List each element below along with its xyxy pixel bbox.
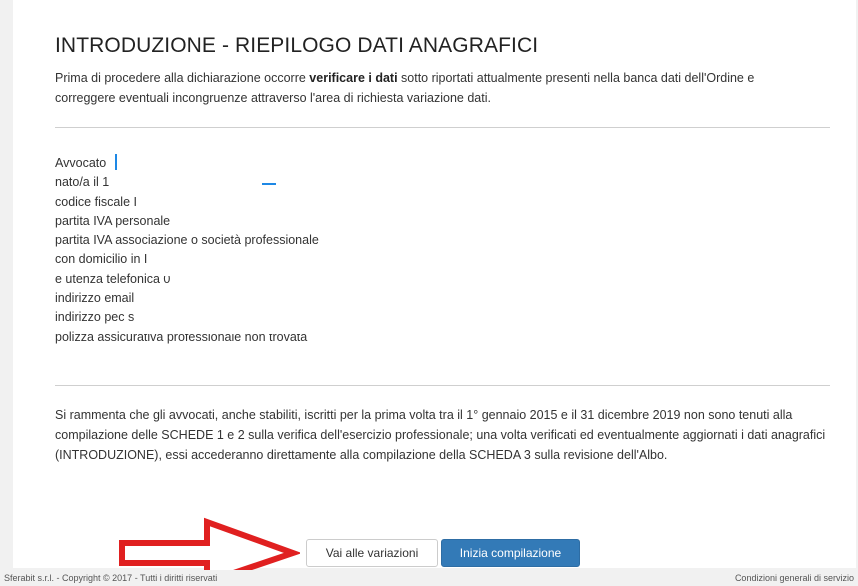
anagrafica-row-piva-associazione: partita IVA associazione o società profe… bbox=[55, 233, 319, 248]
intro-text-before: Prima di procedere alla dichiarazione oc… bbox=[55, 71, 310, 85]
page-title: INTRODUZIONE - RIEPILOGO DATI ANAGRAFICI bbox=[55, 34, 539, 57]
text-cursor-mark bbox=[262, 183, 276, 185]
inizia-compilazione-button[interactable]: Inizia compilazione bbox=[441, 539, 580, 567]
redacted-value bbox=[363, 235, 459, 252]
intro-text-bold: verificare i dati bbox=[309, 71, 398, 85]
reminder-paragraph: Si rammenta che gli avvocati, anche stab… bbox=[55, 408, 826, 462]
redacted-value bbox=[141, 315, 435, 334]
redacted-value bbox=[192, 215, 324, 232]
divider-top bbox=[55, 127, 830, 128]
redacted-value bbox=[190, 273, 302, 290]
redacted-value bbox=[117, 153, 293, 187]
footer: Sferabit s.r.l. - Copyright © 2017 - Tut… bbox=[0, 570, 858, 586]
footer-conditions-link[interactable]: Condizioni generali di servizio bbox=[735, 573, 854, 583]
footer-copyright: Sferabit s.r.l. - Copyright © 2017 - Tut… bbox=[4, 573, 218, 583]
vai-alle-variazioni-button[interactable]: Vai alle variazioni bbox=[306, 539, 438, 567]
divider-bottom bbox=[55, 385, 830, 386]
intro-paragraph: Prima di procedere alla dichiarazione oc… bbox=[55, 68, 815, 108]
redacted-value bbox=[155, 196, 305, 213]
text-cursor-mark bbox=[115, 154, 117, 170]
